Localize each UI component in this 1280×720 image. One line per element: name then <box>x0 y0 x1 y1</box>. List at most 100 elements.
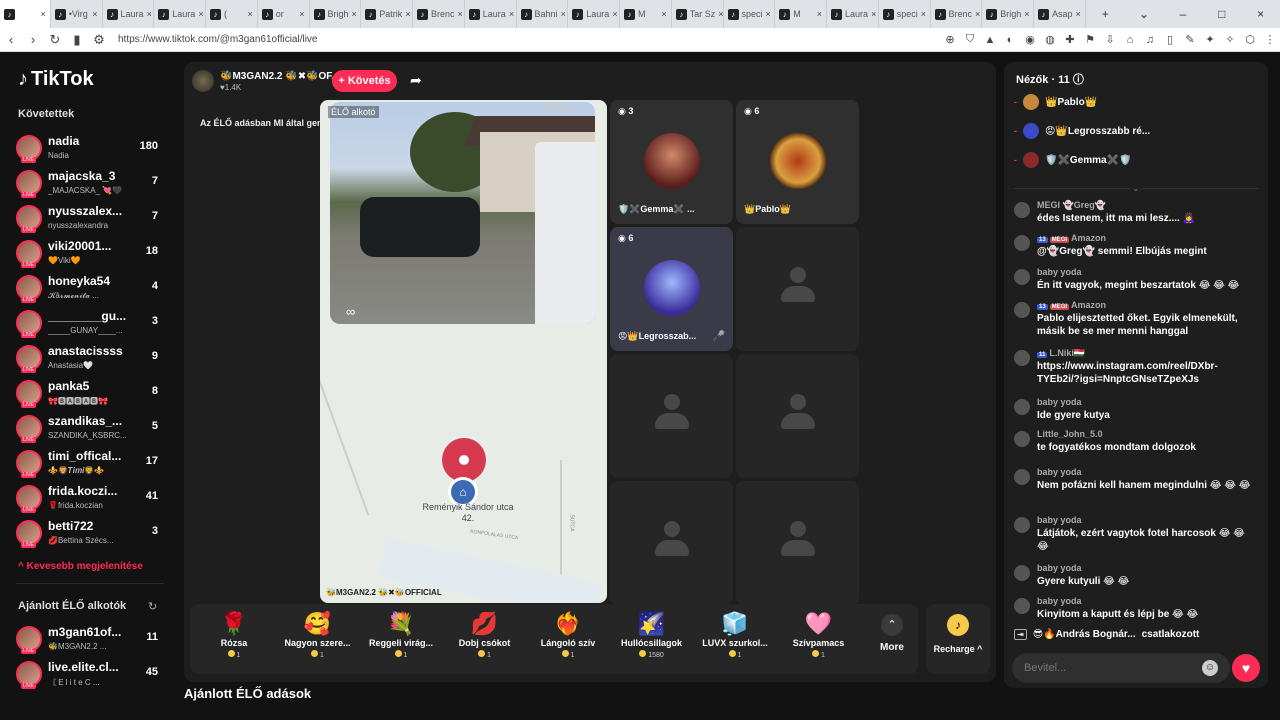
close-tab-icon[interactable]: × <box>405 9 410 19</box>
chat-username[interactable]: 13 MEGI Amazon <box>1037 300 1106 310</box>
close-tab-icon[interactable]: × <box>147 9 152 19</box>
avatar[interactable] <box>1014 431 1030 447</box>
empty-guest-slot[interactable] <box>736 227 859 351</box>
recharge-button[interactable]: ♪ Recharge ^ <box>926 604 990 674</box>
close-tab-icon[interactable]: × <box>299 9 304 19</box>
chat-username[interactable]: MEGI 👻Greg👻 <box>1037 200 1106 211</box>
browser-tab[interactable]: ♪ Laura × <box>568 0 621 28</box>
browser-tab[interactable]: ♪ or × <box>258 0 310 28</box>
extension-icon[interactable]: ✎ <box>1180 33 1200 46</box>
following-item[interactable]: LIVE m3gan61of... 🐝M3GAN2.2 ... 11 <box>16 623 162 657</box>
chat-input[interactable] <box>1012 653 1230 683</box>
reload-icon[interactable]: ↻ <box>44 32 66 48</box>
close-tab-icon[interactable]: × <box>352 9 357 19</box>
avatar[interactable] <box>1014 517 1030 533</box>
following-item[interactable]: LIVE viki20001... 🧡Viki🧡 18 <box>16 237 162 271</box>
chat-username[interactable]: baby yoda <box>1037 563 1082 573</box>
close-tab-icon[interactable]: × <box>561 9 566 19</box>
browser-tab[interactable]: ♪ Brigh × <box>310 0 362 28</box>
menu-icon[interactable]: ⋮ <box>1260 33 1280 46</box>
forward-icon[interactable]: › <box>22 32 44 47</box>
browser-tab[interactable]: ♪ M × <box>775 0 828 28</box>
close-tab-icon[interactable]: × <box>198 9 203 19</box>
chat-username[interactable]: 11 L.Niki🇭🇺 <box>1037 348 1085 359</box>
avatar[interactable] <box>1014 598 1030 614</box>
following-item[interactable]: LIVE anastacissss Anastasia🤍 9 <box>16 342 162 376</box>
close-tab-icon[interactable]: × <box>612 9 617 19</box>
extension-icon[interactable]: ◐ <box>1000 34 1020 46</box>
gift-item[interactable]: 💋 Dobj csókot 1 <box>445 610 525 670</box>
top-viewer-item[interactable]: - 😡👑Legrosszabb ré... <box>1014 121 1150 141</box>
avatar[interactable] <box>1014 399 1030 415</box>
close-tab-icon[interactable]: × <box>871 9 876 19</box>
chat-username[interactable]: baby yoda <box>1037 596 1082 606</box>
following-item[interactable]: LIVE frida.koczi... 🌹frida.koczian 41 <box>16 482 162 516</box>
share-icon[interactable]: ➦ <box>410 72 422 89</box>
chevron-down-icon[interactable]: ⌄ <box>1130 183 1142 194</box>
tab-list-icon[interactable]: ⌄ <box>1125 7 1164 21</box>
emoji-icon[interactable]: ☺ <box>1202 660 1218 676</box>
gift-item[interactable]: 🌹 Rózsa 1 <box>194 610 274 670</box>
browser-tab[interactable]: ♪ Laura × <box>154 0 207 28</box>
following-item[interactable]: LIVE live.elite.cl... 〘 E l i t e C ... … <box>16 658 162 692</box>
browser-tab[interactable]: ♪ •Virg × <box>51 0 103 28</box>
close-tab-icon[interactable]: × <box>817 9 822 19</box>
host-avatar[interactable] <box>192 70 214 92</box>
extension-icon[interactable]: ✧ <box>1220 33 1240 46</box>
browser-tab[interactable]: ♪ Tar Sz × <box>672 0 724 28</box>
close-tab-icon[interactable]: × <box>41 9 46 19</box>
shield-icon[interactable]: ⛉ <box>960 33 980 46</box>
following-item[interactable]: LIVE timi_offical... ⚜️🦁𝑻𝒊𝒎𝒊🦁⚜️ 17 <box>16 447 162 481</box>
close-tab-icon[interactable]: × <box>92 9 97 19</box>
chat-username[interactable]: baby yoda <box>1037 397 1082 407</box>
see-less-link[interactable]: ^ Kevesebb megjelenítése <box>18 561 143 572</box>
top-viewer-item[interactable]: - 👑Pablo👑 <box>1014 92 1097 112</box>
close-tab-icon[interactable]: × <box>509 9 514 19</box>
browser-tab[interactable]: ♪(× <box>206 0 258 28</box>
following-item[interactable]: LIVE majacska_3 _MAJACSKA_ 💘🖤 7 <box>16 167 162 201</box>
puzzle-icon[interactable]: ✚ <box>1060 33 1080 46</box>
close-window-icon[interactable]: × <box>1241 7 1280 21</box>
host-name[interactable]: 🐝M3GAN2.2 🐝✖🐝OF... <box>220 71 340 82</box>
guest-tile[interactable]: ◉ 6 😡👑Legrosszab... 🎤 <box>610 227 733 351</box>
close-tab-icon[interactable]: × <box>1024 9 1029 19</box>
browser-tab[interactable]: ♪ speci × <box>879 0 931 28</box>
zoom-icon[interactable]: ⊕ <box>940 33 960 46</box>
minimize-icon[interactable]: – <box>1164 7 1203 21</box>
empty-guest-slot[interactable] <box>736 354 859 478</box>
like-heart-button[interactable]: ♥ <box>1232 654 1260 682</box>
gift-item[interactable]: 🌠 Hullócsillagok 1580 <box>612 610 692 670</box>
download-icon[interactable]: ⇩ <box>1100 33 1120 46</box>
chat-username[interactable]: Little_John_5.0 <box>1037 429 1103 439</box>
empty-guest-slot[interactable] <box>610 481 733 605</box>
gift-item[interactable]: 🥰 Nagyon szere... 1 <box>278 610 358 670</box>
following-item[interactable]: LIVE ________gu... _____GUNAY____... 3 <box>16 307 162 341</box>
host-video[interactable]: ∞ ÉLŐ alkotó Kesz ⌂ Reményik Sándor utca… <box>320 100 607 603</box>
browser-tab[interactable]: ♪ M × <box>620 0 672 28</box>
follow-button[interactable]: + Követés <box>332 70 397 92</box>
extension-icon[interactable]: ⬡ <box>1240 33 1260 46</box>
chat-username[interactable]: 13 MEGI Amazon <box>1037 233 1106 243</box>
avatar[interactable] <box>1014 302 1030 318</box>
guest-tile[interactable]: ◉ 3 🛡️✖️Gemma✖️ ... <box>610 100 733 224</box>
maximize-icon[interactable]: □ <box>1202 7 1241 21</box>
refresh-icon[interactable]: ↻ <box>148 600 157 613</box>
browser-tab[interactable]: ♪ Brigh × <box>982 0 1035 28</box>
avatar[interactable] <box>1014 565 1030 581</box>
following-item[interactable]: LIVE honeyka54 𝓚á𝓻𝓶𝓮𝓷𝓲𝓽𝓪 ... 4 <box>16 272 162 306</box>
avatar[interactable] <box>1014 202 1030 218</box>
gift-item[interactable]: 🧊 LUVX szurkol... 1 <box>695 610 775 670</box>
following-item[interactable]: LIVE nadia Nadia 180 <box>16 132 162 166</box>
avatar[interactable] <box>1014 235 1030 251</box>
close-tab-icon[interactable]: × <box>975 9 980 19</box>
top-viewer-item[interactable]: - 🛡️✖️Gemma✖️🛡️ <box>1014 150 1132 170</box>
new-tab-icon[interactable]: + <box>1086 7 1125 21</box>
sidebar-icon[interactable]: ▯ <box>1160 33 1180 46</box>
empty-guest-slot[interactable] <box>610 354 733 478</box>
chat-username[interactable]: baby yoda <box>1037 515 1082 525</box>
gift-item[interactable]: 💐 Reggeli virág... 1 <box>361 610 441 670</box>
more-gifts-button[interactable]: ⌃ More <box>874 614 910 653</box>
site-settings-icon[interactable]: ⚙ <box>88 32 110 48</box>
extension-icon[interactable]: ⚑ <box>1080 33 1100 46</box>
browser-tab[interactable]: ♪ Brenc × <box>413 0 465 28</box>
